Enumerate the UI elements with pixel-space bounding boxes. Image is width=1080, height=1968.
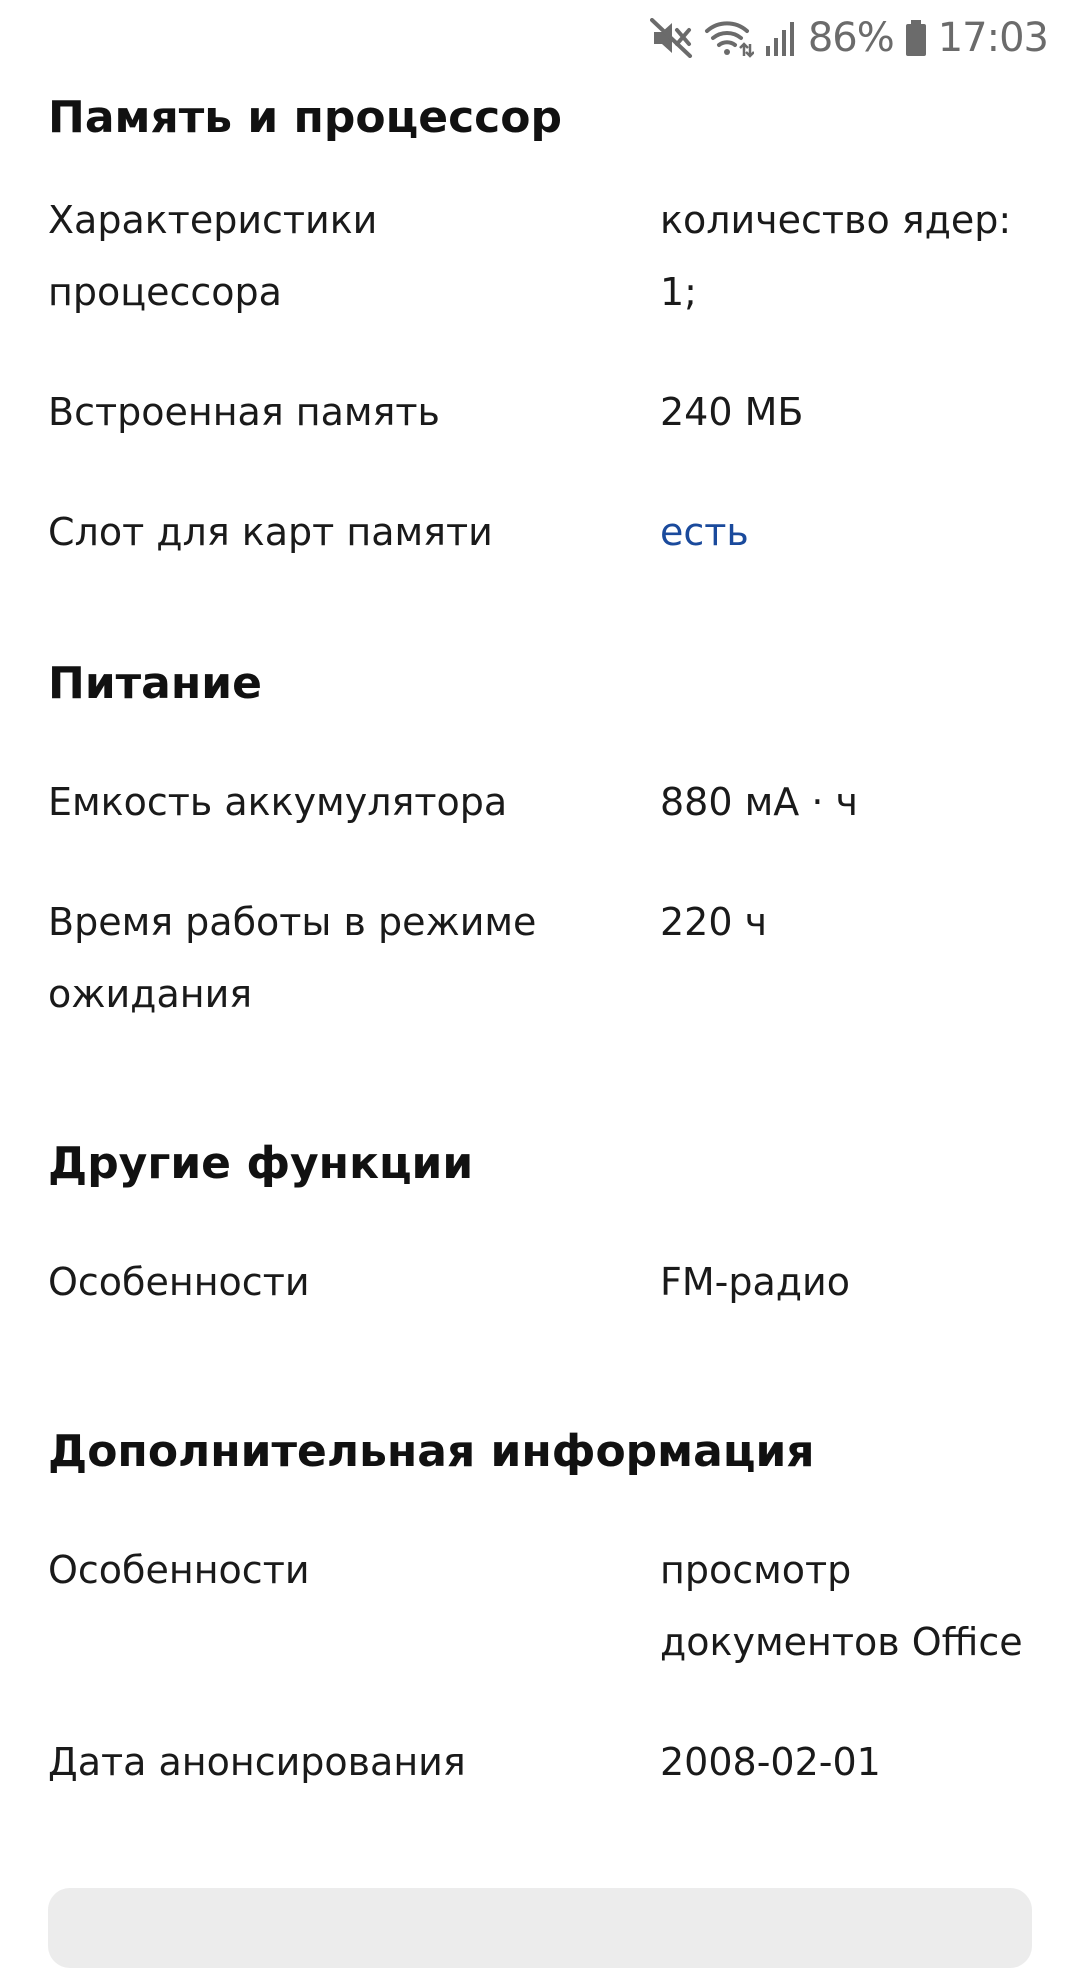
spec-row: Емкость аккумулятора 880 мА · ч bbox=[48, 766, 1032, 838]
mute-icon bbox=[649, 18, 694, 58]
spec-label: Время работы в режиме ожидания bbox=[48, 886, 660, 1030]
spec-row: Особенности просмотр документов Office bbox=[48, 1534, 1032, 1678]
section-extra: Дополнительная информация Особенности пр… bbox=[48, 1424, 1032, 1798]
spec-label: Характеристики процессора bbox=[48, 184, 660, 328]
section-memory: Память и процессор Характеристики процес… bbox=[48, 72, 1032, 568]
wifi-icon bbox=[704, 18, 754, 58]
spec-value-line: просмотр bbox=[660, 1548, 852, 1592]
spec-value: 880 мА · ч bbox=[660, 780, 858, 824]
section-title: Дополнительная информация bbox=[48, 1426, 815, 1477]
spec-row: Характеристики процессора количество яде… bbox=[48, 184, 1032, 328]
spec-row: Особенности FM-радио bbox=[48, 1246, 1032, 1318]
memory-card-slot-link[interactable]: есть bbox=[660, 496, 1032, 568]
spec-row: Время работы в режиме ожидания 220 ч bbox=[48, 886, 1032, 1030]
spec-value-line: документов Office bbox=[660, 1620, 1023, 1664]
spec-label: Дата анонсирования bbox=[48, 1740, 466, 1784]
battery-percent: 86% bbox=[807, 15, 895, 61]
section-title: Питание bbox=[48, 658, 262, 709]
spec-value: 2008-02-01 bbox=[660, 1740, 881, 1784]
spec-value: количество ядер: 1; bbox=[660, 184, 1032, 328]
status-bar: 86% 17:03 bbox=[0, 0, 1080, 72]
signal-icon bbox=[764, 18, 798, 58]
battery-icon bbox=[904, 18, 928, 58]
spec-value: 220 ч bbox=[660, 900, 768, 944]
spec-label: Особенности bbox=[48, 1548, 310, 1592]
status-icons: 86% 17:03 bbox=[649, 10, 1049, 66]
section-other: Другие функции Особенности FM-радио bbox=[48, 1136, 1032, 1318]
spec-label-line: процессора bbox=[48, 270, 282, 314]
spec-row: Слот для карт памяти есть bbox=[48, 496, 1032, 568]
spec-value: просмотр документов Office bbox=[660, 1534, 1032, 1678]
spec-label-line: Характеристики bbox=[48, 198, 378, 242]
section-title: Другие функции bbox=[48, 1138, 474, 1189]
spec-value-line: количество ядер: bbox=[660, 198, 1012, 242]
section-power: Питание Емкость аккумулятора 880 мА · ч … bbox=[48, 656, 1032, 1030]
bottom-card[interactable] bbox=[48, 1888, 1032, 1968]
spec-label: Встроенная память bbox=[48, 390, 440, 434]
clock: 17:03 bbox=[937, 15, 1049, 61]
spec-row: Встроенная память 240 МБ bbox=[48, 376, 1032, 448]
spec-label: Слот для карт памяти bbox=[48, 510, 493, 554]
spec-label-line: Время работы в режиме bbox=[48, 900, 537, 944]
spec-label-line: ожидания bbox=[48, 972, 253, 1016]
spec-value: 240 МБ bbox=[660, 390, 804, 434]
spec-row: Дата анонсирования 2008-02-01 bbox=[48, 1726, 1032, 1798]
spec-value: FM-радио bbox=[660, 1260, 850, 1304]
section-title: Память и процессор bbox=[48, 92, 562, 143]
specs-content: Память и процессор Характеристики процес… bbox=[48, 72, 1032, 1798]
spec-value-line: 1; bbox=[660, 270, 697, 314]
spec-label: Емкость аккумулятора bbox=[48, 780, 508, 824]
spec-label: Особенности bbox=[48, 1260, 310, 1304]
